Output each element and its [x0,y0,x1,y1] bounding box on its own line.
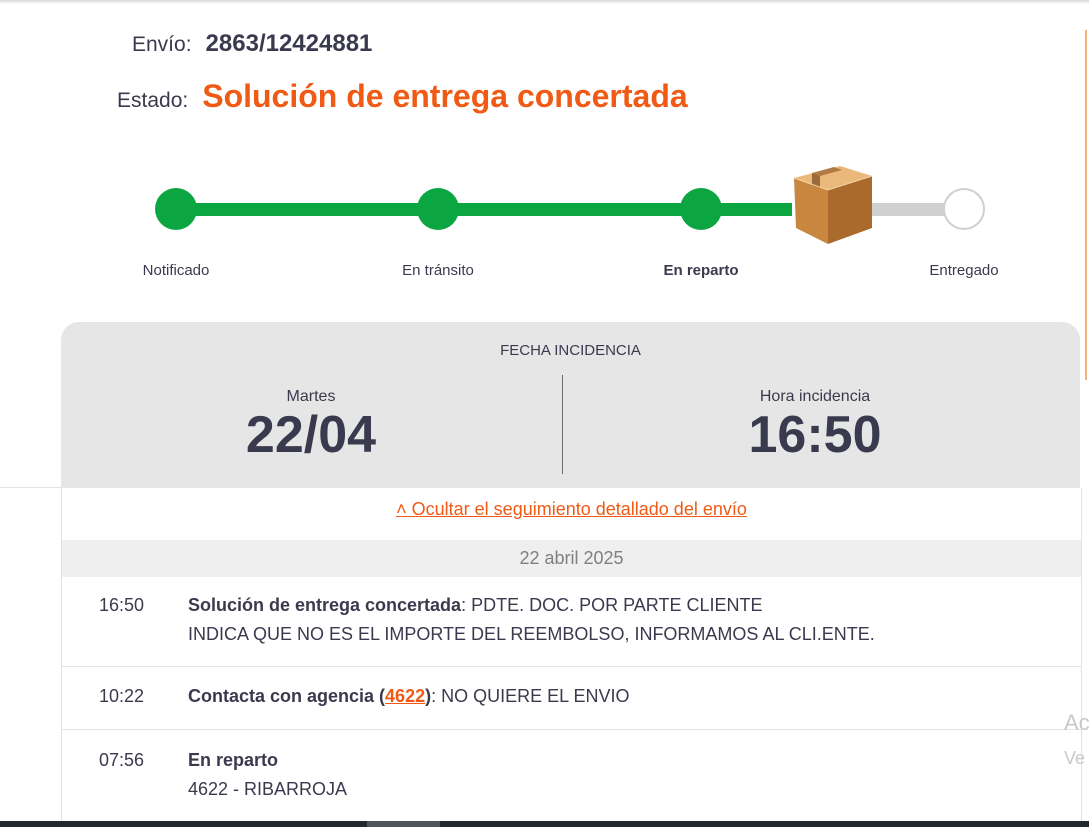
event-time: 07:56 [99,750,145,770]
incident-time-block: Hora incidencia 16:50 [665,388,965,462]
tracking-event: 07:56 En reparto 4622 - RIBARROJA [62,730,1081,827]
incident-date: 22/04 [245,406,377,464]
step-label-en-reparto: En reparto [663,262,739,279]
side-text-1: Ac [1064,710,1089,735]
event-body: Contacta con agencia (4622): NO QUIERE E… [188,682,629,711]
shipment-number: 2863/12424881 [205,30,373,57]
event-time: 10:22 [99,686,145,706]
incident-day: Martes [286,388,336,405]
right-accent-edge [1085,30,1087,380]
scrollbar-thumb[interactable] [367,821,440,827]
tracking-event: 16:50 Solución de entrega concertada: PD… [62,577,1081,667]
status-label: Estado: [117,89,189,112]
step-dot-en-transito [417,188,459,230]
hide-tracking-link[interactable]: ˄ Ocultar el seguimiento detallado del e… [62,499,1081,520]
shipment-label: Envío: [132,33,192,56]
step-label-entregado: Entregado [929,262,999,279]
top-shadow [0,0,1089,4]
event-time: 16:50 [99,595,145,615]
event-title: Contacta con agencia ( [188,686,386,706]
incident-time: 16:50 [748,406,882,464]
status-value: Solución de entrega concertada [202,78,688,114]
incident-title: FECHA INCIDENCIA [500,342,641,359]
tracking-details: ˄ Ocultar el seguimiento detallado del e… [61,488,1082,827]
event-title: En reparto [188,750,279,770]
bottom-scrollbar[interactable] [0,821,1089,827]
event-text: : NO QUIERE EL ENVIO [431,686,630,706]
step-dot-entregado [943,188,985,230]
agency-link[interactable]: 4622 [385,686,425,706]
step-dot-notificado [155,188,197,230]
event-body: Solución de entrega concertada: PDTE. DO… [188,591,875,649]
event-body: En reparto 4622 - RIBARROJA [188,746,347,804]
tracking-event: 10:22 Contacta con agencia (4622): NO QU… [62,667,1081,730]
step-label-notificado: Notificado [142,262,210,279]
status-row: Estado: Solución de entrega concertada [117,78,688,115]
incident-card: FECHA INCIDENCIA Martes 22/04 Hora incid… [61,322,1080,488]
side-text-2: Ve [1064,748,1086,768]
tracking-date-header: 22 abril 2025 [62,540,1081,577]
package-box-icon [793,166,873,244]
event-detail: INDICA QUE NO ES EL IMPORTE DEL REEMBOLS… [188,624,875,644]
incident-time-label: Hora incidencia [759,388,871,405]
shipment-row: Envío: 2863/12424881 [132,30,372,58]
divider-line [0,487,61,488]
event-title: Solución de entrega concertada [188,595,462,615]
step-dot-en-reparto [680,188,722,230]
event-text: : PDTE. DOC. POR PARTE CLIENTE [461,595,763,615]
incident-divider [562,375,563,474]
incident-date-block: Martes 22/04 [161,388,461,462]
event-detail: 4622 - RIBARROJA [188,779,348,799]
step-label-en-transito: En tránsito [402,262,474,279]
